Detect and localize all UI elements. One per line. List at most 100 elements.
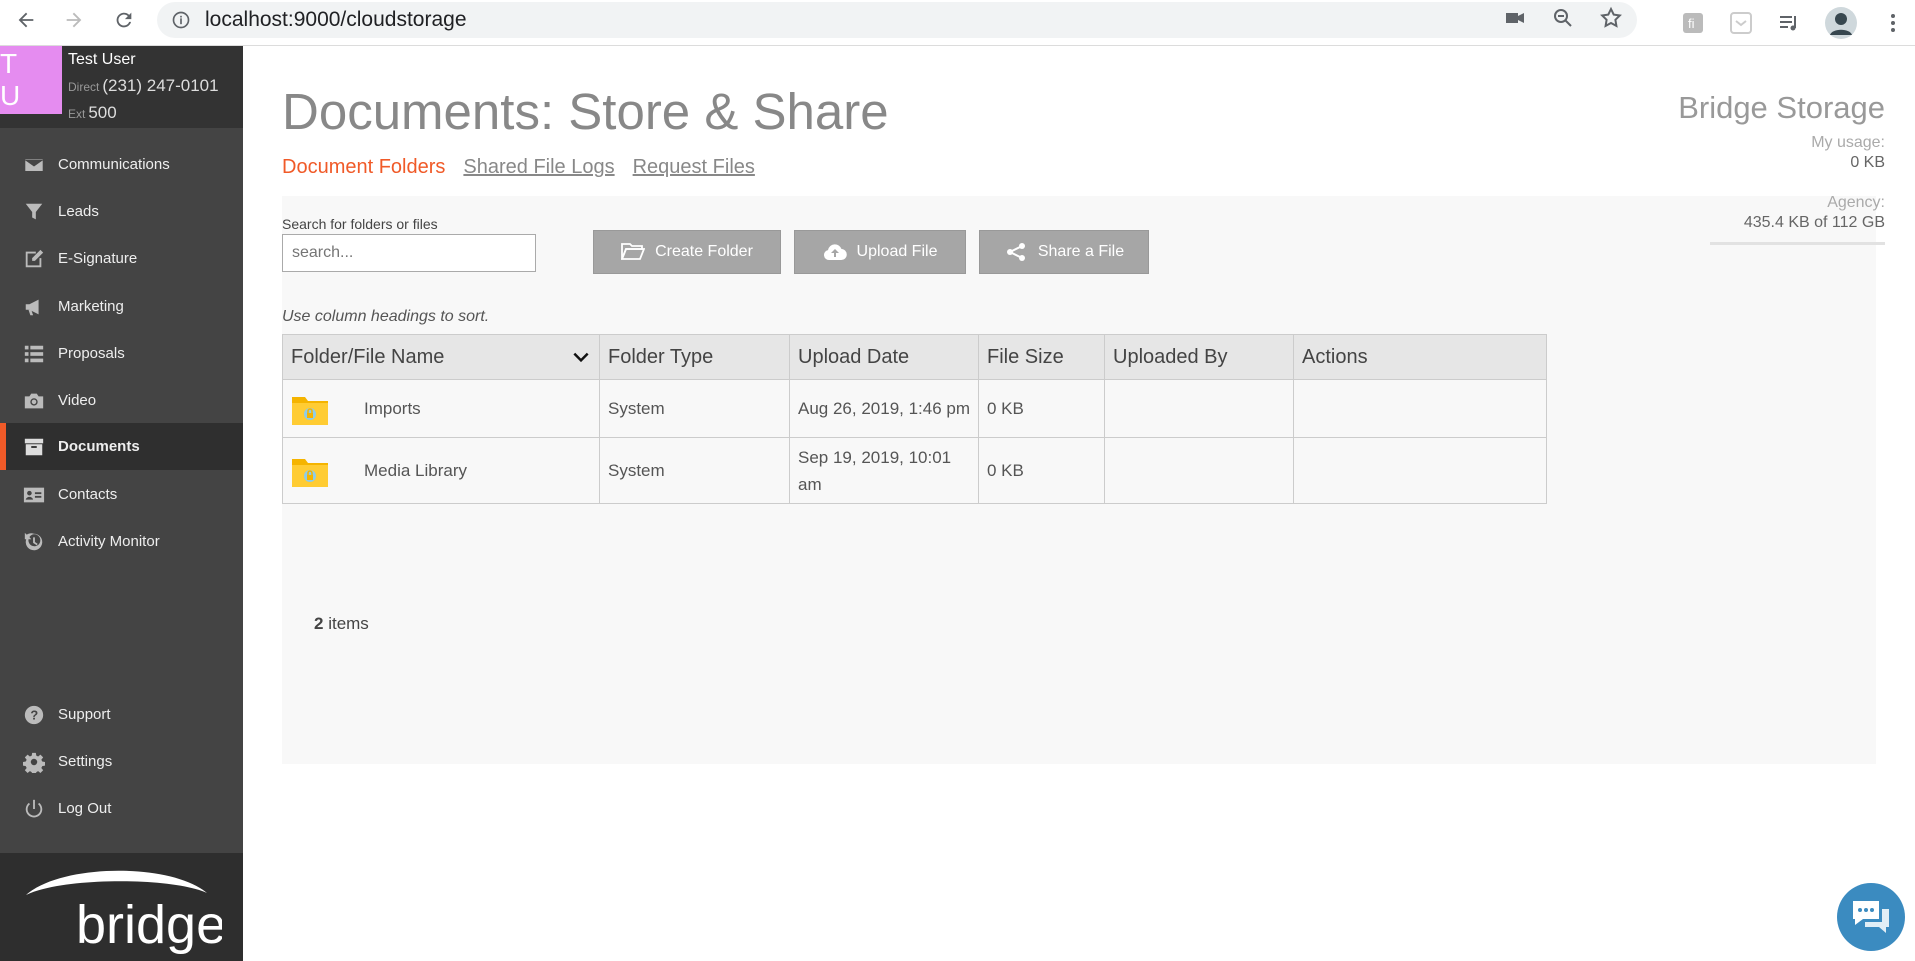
browser-toolbar: localhost:9000/cloudstorage fi xyxy=(0,0,1915,46)
file-name[interactable]: Imports xyxy=(364,399,421,419)
sidebar-item-label: Log Out xyxy=(58,800,112,817)
column-header-uploaded-by[interactable]: Uploaded By xyxy=(1104,334,1294,380)
media-control-icon[interactable] xyxy=(1777,11,1801,35)
sidebar-item-support[interactable]: ? Support xyxy=(0,691,243,738)
date-cell: Sep 19, 2019, 10:01 am xyxy=(789,437,979,504)
tab-request-files[interactable]: Request Files xyxy=(633,156,755,179)
zoom-icon[interactable] xyxy=(1551,6,1575,30)
pocket-extension-icon[interactable] xyxy=(1729,11,1753,35)
documents-panel: Search for folders or files Create Folde… xyxy=(282,196,1876,764)
sidebar-item-log-out[interactable]: Log Out xyxy=(0,785,243,832)
sidebar-item-communications[interactable]: Communications xyxy=(0,141,243,188)
my-usage-label: My usage: xyxy=(1811,134,1885,151)
column-header-date[interactable]: Upload Date xyxy=(789,334,979,380)
storage-title: Bridge Storage xyxy=(1678,90,1885,125)
menu-kebab-icon[interactable] xyxy=(1881,11,1905,35)
sidebar: T U Test User Direct (231) 247-0101 Ext 50… xyxy=(0,46,243,961)
svg-text:?: ? xyxy=(30,707,38,722)
locked-folder-icon[interactable] xyxy=(291,454,329,488)
folder-open-icon xyxy=(621,243,646,260)
tab-bar: Document Folders Shared File Logs Reques… xyxy=(282,156,755,179)
column-header-label: Folder/File Name xyxy=(291,345,445,368)
arrow-right-icon xyxy=(66,12,82,28)
profile-avatar-icon[interactable] xyxy=(1825,7,1857,39)
avatar[interactable]: T U xyxy=(0,46,62,114)
archive-icon xyxy=(24,438,44,455)
sidebar-item-activity-monitor[interactable]: Activity Monitor xyxy=(0,518,243,565)
question-icon: ? xyxy=(24,705,44,724)
camera-blocked-icon[interactable] xyxy=(1503,6,1527,30)
pen-icon xyxy=(25,249,44,267)
column-header-size[interactable]: File Size xyxy=(978,334,1105,380)
gear-icon xyxy=(23,752,45,773)
tab-shared-file-logs[interactable]: Shared File Logs xyxy=(463,156,614,179)
forward-button[interactable] xyxy=(54,0,94,40)
agency-label: Agency: xyxy=(1827,194,1885,211)
bookmark-star-icon[interactable] xyxy=(1599,6,1623,30)
name-cell: Imports xyxy=(282,379,600,438)
sidebar-item-settings[interactable]: Settings xyxy=(0,738,243,785)
sidebar-item-contacts[interactable]: Contacts xyxy=(0,471,243,518)
table-row[interactable]: Media Library System Sep 19, 2019, 10:01… xyxy=(282,437,1547,504)
item-count-label: items xyxy=(323,614,369,633)
search-input[interactable] xyxy=(282,234,536,272)
ext-number: 500 xyxy=(88,103,117,122)
file-name[interactable]: Media Library xyxy=(364,461,467,481)
sidebar-item-label: E-Signature xyxy=(58,250,138,267)
sidebar-item-label: Video xyxy=(58,392,97,409)
sidebar-item-video[interactable]: Video xyxy=(0,377,243,424)
page-title: Documents: Store & Share xyxy=(282,83,889,140)
create-folder-label: Create Folder xyxy=(655,243,753,260)
extension-icon[interactable]: fi xyxy=(1681,11,1705,35)
cloud-upload-icon xyxy=(823,244,847,261)
direct-phone-line: Direct (231) 247-0101 xyxy=(68,76,219,96)
power-icon xyxy=(25,799,43,817)
chat-button[interactable] xyxy=(1837,883,1905,951)
reload-icon xyxy=(116,12,132,28)
arrow-left-icon xyxy=(18,12,34,28)
column-header-name[interactable]: Folder/File Name xyxy=(282,334,600,380)
share-file-button[interactable]: Share a File xyxy=(979,230,1149,274)
upload-file-button[interactable]: Upload File xyxy=(794,230,966,274)
column-header-actions[interactable]: Actions xyxy=(1293,334,1547,380)
size-cell: 0 KB xyxy=(978,437,1105,504)
share-file-label: Share a File xyxy=(1037,243,1125,260)
sidebar-item-label: Communications xyxy=(58,156,170,173)
sidebar-item-leads[interactable]: Leads xyxy=(0,188,243,235)
brand-logo-area: bridge xyxy=(0,853,243,961)
actions-cell xyxy=(1293,437,1547,504)
sidebar-item-proposals[interactable]: Proposals xyxy=(0,330,243,377)
share-icon xyxy=(1006,243,1025,261)
back-button[interactable] xyxy=(6,0,46,40)
uploaded-by-cell xyxy=(1104,379,1294,438)
locked-folder-icon[interactable] xyxy=(291,392,329,426)
sidebar-item-documents[interactable]: Documents xyxy=(0,423,243,470)
address-bar[interactable]: localhost:9000/cloudstorage xyxy=(157,2,1637,38)
sidebar-item-label: Settings xyxy=(58,753,113,770)
tab-document-folders[interactable]: Document Folders xyxy=(282,156,445,179)
bridge-logo[interactable]: bridge xyxy=(22,863,222,955)
sidebar-item-label: Support xyxy=(58,706,111,723)
sidebar-item-e-signature[interactable]: E-Signature xyxy=(0,235,243,282)
reload-button[interactable] xyxy=(104,0,144,40)
create-folder-button[interactable]: Create Folder xyxy=(593,230,781,274)
type-cell: System xyxy=(599,437,790,504)
table-row[interactable]: Imports System Aug 26, 2019, 1:46 pm 0 K… xyxy=(282,379,1547,438)
date-cell: Aug 26, 2019, 1:46 pm xyxy=(789,379,979,438)
type-cell: System xyxy=(599,379,790,438)
item-count: 2 items xyxy=(314,614,369,634)
sidebar-item-label: Activity Monitor xyxy=(58,533,160,550)
history-icon xyxy=(24,532,43,550)
actions-cell xyxy=(1293,379,1547,438)
column-header-type[interactable]: Folder Type xyxy=(599,334,790,380)
brand-wordmark: bridge xyxy=(76,895,222,955)
url-text: localhost:9000/cloudstorage xyxy=(205,8,467,31)
chat-bubbles-icon xyxy=(1853,901,1889,933)
name-cell: Media Library xyxy=(282,437,600,504)
ext-line: Ext 500 xyxy=(68,103,117,123)
uploaded-by-cell xyxy=(1104,437,1294,504)
sidebar-item-marketing[interactable]: Marketing xyxy=(0,283,243,330)
camera-icon xyxy=(24,393,44,408)
sidebar-item-label: Contacts xyxy=(58,486,118,503)
envelope-icon xyxy=(24,157,44,172)
